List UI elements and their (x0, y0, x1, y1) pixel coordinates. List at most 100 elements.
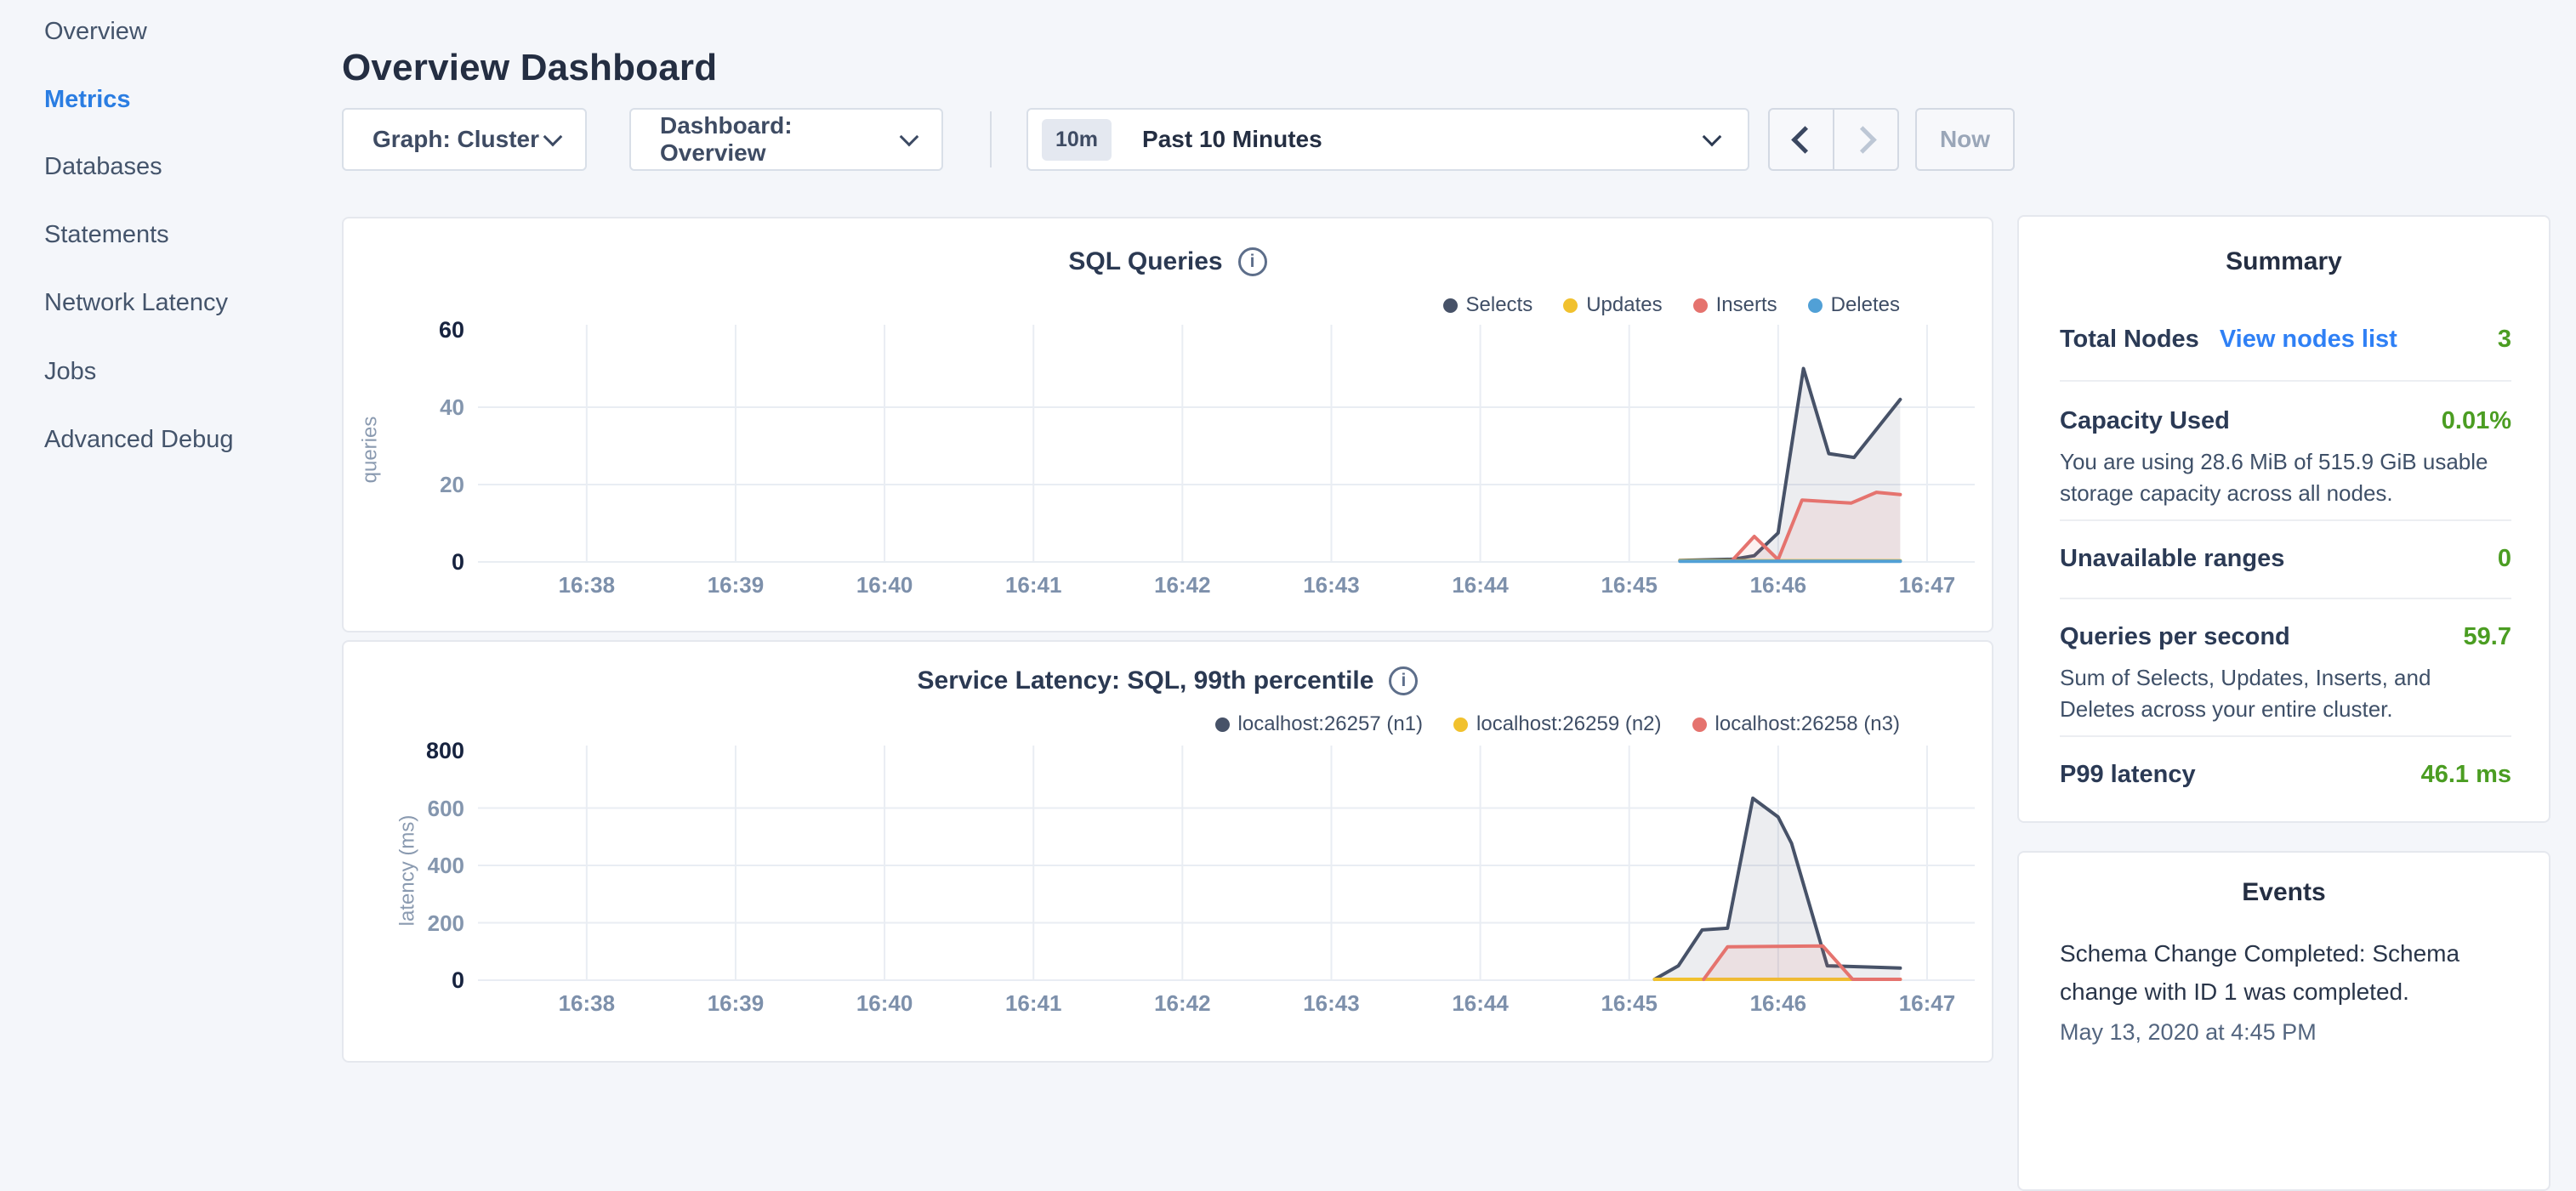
y-tick-label: 0 (393, 548, 464, 576)
sidebar-item-network-latency[interactable]: Network Latency (44, 286, 228, 320)
legend-label: localhost:26257 (n1) (1238, 712, 1423, 736)
x-tick-label: 16:46 (1723, 990, 1834, 1017)
sidebar-item-metrics[interactable]: Metrics (44, 82, 131, 116)
summary-row-value: 0.01% (2442, 407, 2511, 435)
sidebar-item-advanced-debug[interactable]: Advanced Debug (44, 423, 234, 457)
x-tick-label: 16:40 (829, 572, 940, 598)
chart-legend: localhost:26257 (n1) localhost:26259 (n2)… (1215, 712, 1900, 736)
y-tick-label: 60 (393, 316, 464, 343)
x-tick-label: 16:44 (1425, 990, 1536, 1017)
summary-row-label: P99 latency (2060, 761, 2196, 789)
x-tick-label: 16:45 (1574, 990, 1685, 1017)
divider (2060, 519, 2511, 521)
sidebar-item-overview[interactable]: Overview (44, 14, 147, 48)
summary-row-total-nodes: Total Nodes View nodes list 3 (2060, 326, 2511, 354)
x-tick-label: 16:47 (1872, 572, 1982, 598)
service-latency-plot: 16:3816:3916:4016:4116:4216:4316:4416:45… (478, 751, 1975, 980)
summary-row-label: Total Nodes (2060, 326, 2199, 354)
x-tick-label: 16:44 (1425, 572, 1536, 598)
time-pager (1768, 108, 1899, 171)
graph-dropdown[interactable]: Graph: Cluster (342, 108, 587, 171)
legend-label: Updates (1586, 293, 1662, 317)
summary-row-subtext: Sum of Selects, Updates, Inserts, and De… (2060, 662, 2511, 725)
legend-item: Deletes (1808, 293, 1900, 317)
toolbar-divider (990, 111, 992, 167)
x-tick-label: 16:41 (978, 572, 1089, 598)
chevron-down-icon (1703, 127, 1722, 146)
x-tick-label: 16:38 (532, 572, 642, 598)
summary-panel: Summary Total Nodes View nodes list 3 Ca… (2017, 215, 2550, 823)
summary-row-value: 0 (2498, 545, 2511, 573)
sidebar-item-statements[interactable]: Statements (44, 218, 169, 252)
series-fill (1732, 492, 1901, 562)
legend-dot-icon (1215, 717, 1230, 732)
events-title: Events (2019, 878, 2549, 907)
x-tick-label: 16:42 (1127, 572, 1237, 598)
time-back-button[interactable] (1770, 110, 1834, 169)
info-icon[interactable]: i (1238, 247, 1267, 276)
time-forward-button[interactable] (1834, 110, 1897, 169)
x-tick-label: 16:40 (829, 990, 940, 1017)
chevron-down-icon (900, 127, 919, 146)
sql-queries-chart-card: SQL Queries i Selects Updates Inserts Delet… (342, 217, 1993, 632)
y-tick-label: 0 (393, 967, 464, 994)
legend-dot-icon (1693, 298, 1708, 313)
x-tick-label: 16:46 (1723, 572, 1834, 598)
time-range-label: Past 10 Minutes (1142, 126, 1705, 153)
legend-item: Selects (1443, 293, 1533, 317)
legend-label: Selects (1466, 293, 1533, 317)
divider (2060, 735, 2511, 737)
sidebar: Overview Metrics Databases Statements Ne… (0, 0, 342, 1051)
x-tick-label: 16:38 (532, 990, 642, 1017)
legend-item: localhost:26257 (n1) (1215, 712, 1423, 736)
legend-dot-icon (1443, 298, 1458, 313)
view-nodes-list-link[interactable]: View nodes list (2220, 326, 2397, 354)
chevron-down-icon (543, 127, 563, 146)
events-panel: Events Schema Change Completed: Schema c… (2017, 851, 2550, 1191)
y-axis-unit-label: latency (ms) (395, 815, 419, 927)
sidebar-item-jobs[interactable]: Jobs (44, 354, 96, 388)
summary-row-label: Queries per second (2060, 623, 2290, 651)
summary-row-subtext: You are using 28.6 MiB of 515.9 GiB usab… (2060, 446, 2511, 509)
legend-item: localhost:26258 (n3) (1692, 712, 1900, 736)
info-icon[interactable]: i (1389, 666, 1418, 695)
x-tick-label: 16:42 (1127, 990, 1237, 1017)
summary-row-label: Unavailable ranges (2060, 545, 2284, 573)
summary-row-value: 46.1 ms (2421, 761, 2511, 789)
legend-dot-icon (1563, 298, 1578, 313)
x-tick-label: 16:43 (1276, 572, 1386, 598)
event-message[interactable]: Schema Change Completed: Schema change w… (2060, 934, 2511, 1011)
chevron-left-icon (1791, 126, 1819, 154)
chart-title: SQL Queries (1068, 247, 1222, 276)
metrics-page: { "sidebar": { "items": [ {"label": "Ove… (0, 0, 2576, 1051)
legend-dot-icon (1453, 717, 1468, 732)
legend-label: localhost:26258 (n3) (1715, 712, 1900, 736)
legend-item: Inserts (1693, 293, 1777, 317)
x-tick-label: 16:43 (1276, 990, 1386, 1017)
summary-row-unavailable-ranges: Unavailable ranges 0 (2060, 545, 2511, 573)
summary-row-value: 3 (2498, 326, 2511, 354)
summary-title: Summary (2019, 247, 2549, 276)
time-range-dropdown[interactable]: 10m Past 10 Minutes (1026, 108, 1749, 171)
y-tick-label: 800 (393, 737, 464, 764)
legend-item: Updates (1563, 293, 1662, 317)
page-title: Overview Dashboard (342, 47, 717, 89)
y-tick-label: 20 (393, 471, 464, 498)
y-axis-unit-label: queries (358, 417, 382, 484)
y-tick-label: 40 (393, 394, 464, 421)
summary-row-value: 59.7 (2464, 623, 2511, 651)
legend-dot-icon (1692, 717, 1707, 732)
now-button[interactable]: Now (1915, 108, 2015, 171)
summary-row-p99-latency: P99 latency 46.1 ms (2060, 761, 2511, 789)
sidebar-item-databases[interactable]: Databases (44, 150, 162, 184)
divider (2060, 380, 2511, 382)
legend-item: localhost:26259 (n2) (1453, 712, 1661, 736)
dashboard-dropdown[interactable]: Dashboard: Overview (629, 108, 943, 171)
chart-title: Service Latency: SQL, 99th percentile (918, 666, 1374, 695)
x-tick-label: 16:39 (680, 572, 791, 598)
divider (2060, 598, 2511, 599)
dashboard-dropdown-label: Dashboard: Overview (660, 112, 902, 167)
sql-queries-plot: 16:3816:3916:4016:4116:4216:4316:4416:45… (478, 330, 1975, 562)
legend-dot-icon (1808, 298, 1823, 313)
x-tick-label: 16:41 (978, 990, 1089, 1017)
